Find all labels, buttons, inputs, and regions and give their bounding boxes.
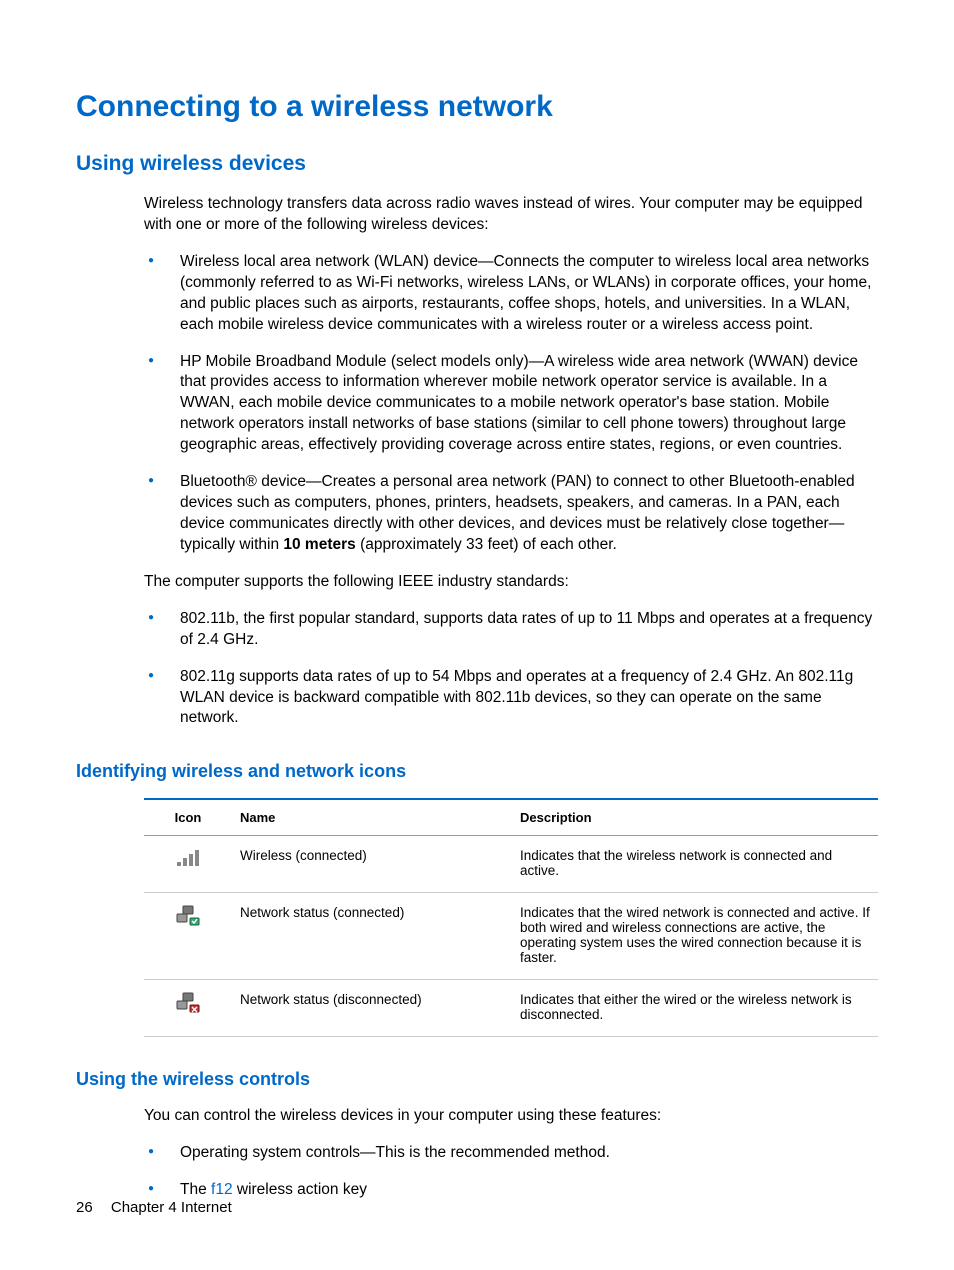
table-row: Wireless (connected) Indicates that the … (144, 836, 878, 893)
section-using-wireless-devices: Using wireless devices (76, 152, 878, 176)
section-using-wireless-controls: Using the wireless controls (76, 1069, 878, 1090)
cell-name: Network status (disconnected) (232, 980, 512, 1037)
text: The (180, 1181, 211, 1198)
cell-desc: Indicates that the wired network is conn… (512, 893, 878, 980)
text: (approximately 33 feet) of each other. (356, 536, 617, 553)
th-name: Name (232, 799, 512, 836)
standards-paragraph: The computer supports the following IEEE… (144, 572, 878, 593)
list-item: Operating system controls—This is the re… (144, 1143, 878, 1164)
cell-name: Wireless (connected) (232, 836, 512, 893)
list-item: Bluetooth® device—Creates a personal are… (144, 472, 878, 556)
page-title: Connecting to a wireless network (76, 90, 878, 124)
th-desc: Description (512, 799, 878, 836)
page-footer: 26 Chapter 4 Internet (76, 1199, 232, 1216)
text: wireless action key (233, 1181, 367, 1198)
list-item: 802.11g supports data rates of up to 54 … (144, 667, 878, 730)
controls-paragraph: You can control the wireless devices in … (144, 1106, 878, 1127)
list-item: 802.11b, the first popular standard, sup… (144, 609, 878, 651)
device-list: Wireless local area network (WLAN) devic… (144, 252, 878, 556)
controls-list: Operating system controls—This is the re… (144, 1143, 878, 1201)
page-number: 26 (76, 1199, 93, 1216)
standards-list: 802.11b, the first popular standard, sup… (144, 609, 878, 730)
list-item: The f12 wireless action key (144, 1180, 878, 1201)
th-icon: Icon (144, 799, 232, 836)
cell-name: Network status (connected) (232, 893, 512, 980)
key-label: f12 (211, 1181, 233, 1198)
intro-paragraph: Wireless technology transfers data acros… (144, 194, 878, 236)
list-item: Wireless local area network (WLAN) devic… (144, 252, 878, 336)
wireless-signal-icon (174, 848, 202, 872)
network-disconnected-icon (174, 992, 202, 1016)
network-connected-icon (174, 905, 202, 929)
list-item: HP Mobile Broadband Module (select model… (144, 352, 878, 457)
icons-table: Icon Name Description Wire (144, 798, 878, 1037)
cell-desc: Indicates that either the wired or the w… (512, 980, 878, 1037)
table-row: Network status (disconnected) Indicates … (144, 980, 878, 1037)
chapter-label: Chapter 4 Internet (111, 1199, 232, 1216)
text-bold: 10 meters (283, 536, 355, 553)
section-identifying-icons: Identifying wireless and network icons (76, 761, 878, 782)
cell-desc: Indicates that the wireless network is c… (512, 836, 878, 893)
table-row: Network status (connected) Indicates tha… (144, 893, 878, 980)
